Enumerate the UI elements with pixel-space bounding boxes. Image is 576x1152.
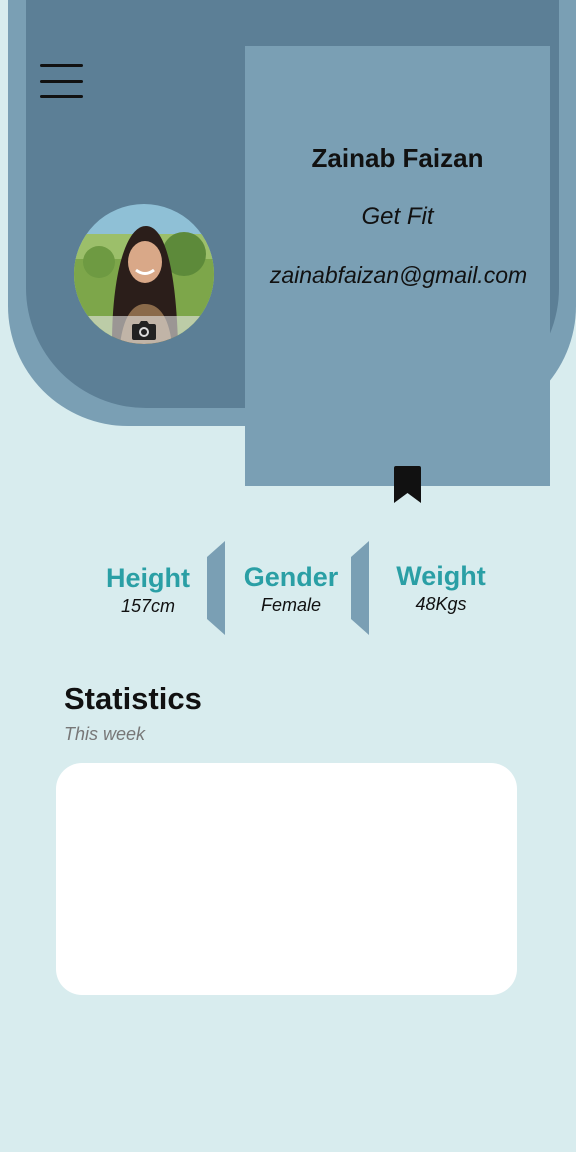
change-photo-button[interactable] [74, 316, 214, 344]
statistics-subtitle: This week [64, 724, 146, 744]
weight-stat: Weight 48Kgs [371, 561, 511, 615]
height-value: 157cm [120, 596, 176, 616]
height-label: Height [106, 563, 190, 593]
weight-label: Weight [396, 561, 486, 591]
hamburger-menu-icon[interactable] [40, 64, 83, 98]
gender-label: Gender [243, 562, 339, 592]
profile-card: Zainab Faizan Get Fit zainabfaizan@gmail… [245, 46, 550, 486]
camera-icon [132, 321, 156, 340]
profile-goal: Get Fit [361, 203, 434, 230]
bookmark-icon[interactable] [394, 466, 421, 503]
statistics-title: Statistics [64, 681, 202, 716]
profile-name: Zainab Faizan [311, 143, 484, 173]
gender-value: Female [260, 595, 322, 615]
statistics-panel [56, 763, 517, 995]
profile-email: zainabfaizan@gmail.com [269, 262, 528, 288]
avatar [74, 204, 214, 344]
height-stat: Height 157cm [78, 563, 218, 617]
weight-value: 48Kgs [415, 594, 467, 614]
divider-tab-right [351, 541, 369, 635]
gender-stat: Gender Female [221, 562, 361, 616]
